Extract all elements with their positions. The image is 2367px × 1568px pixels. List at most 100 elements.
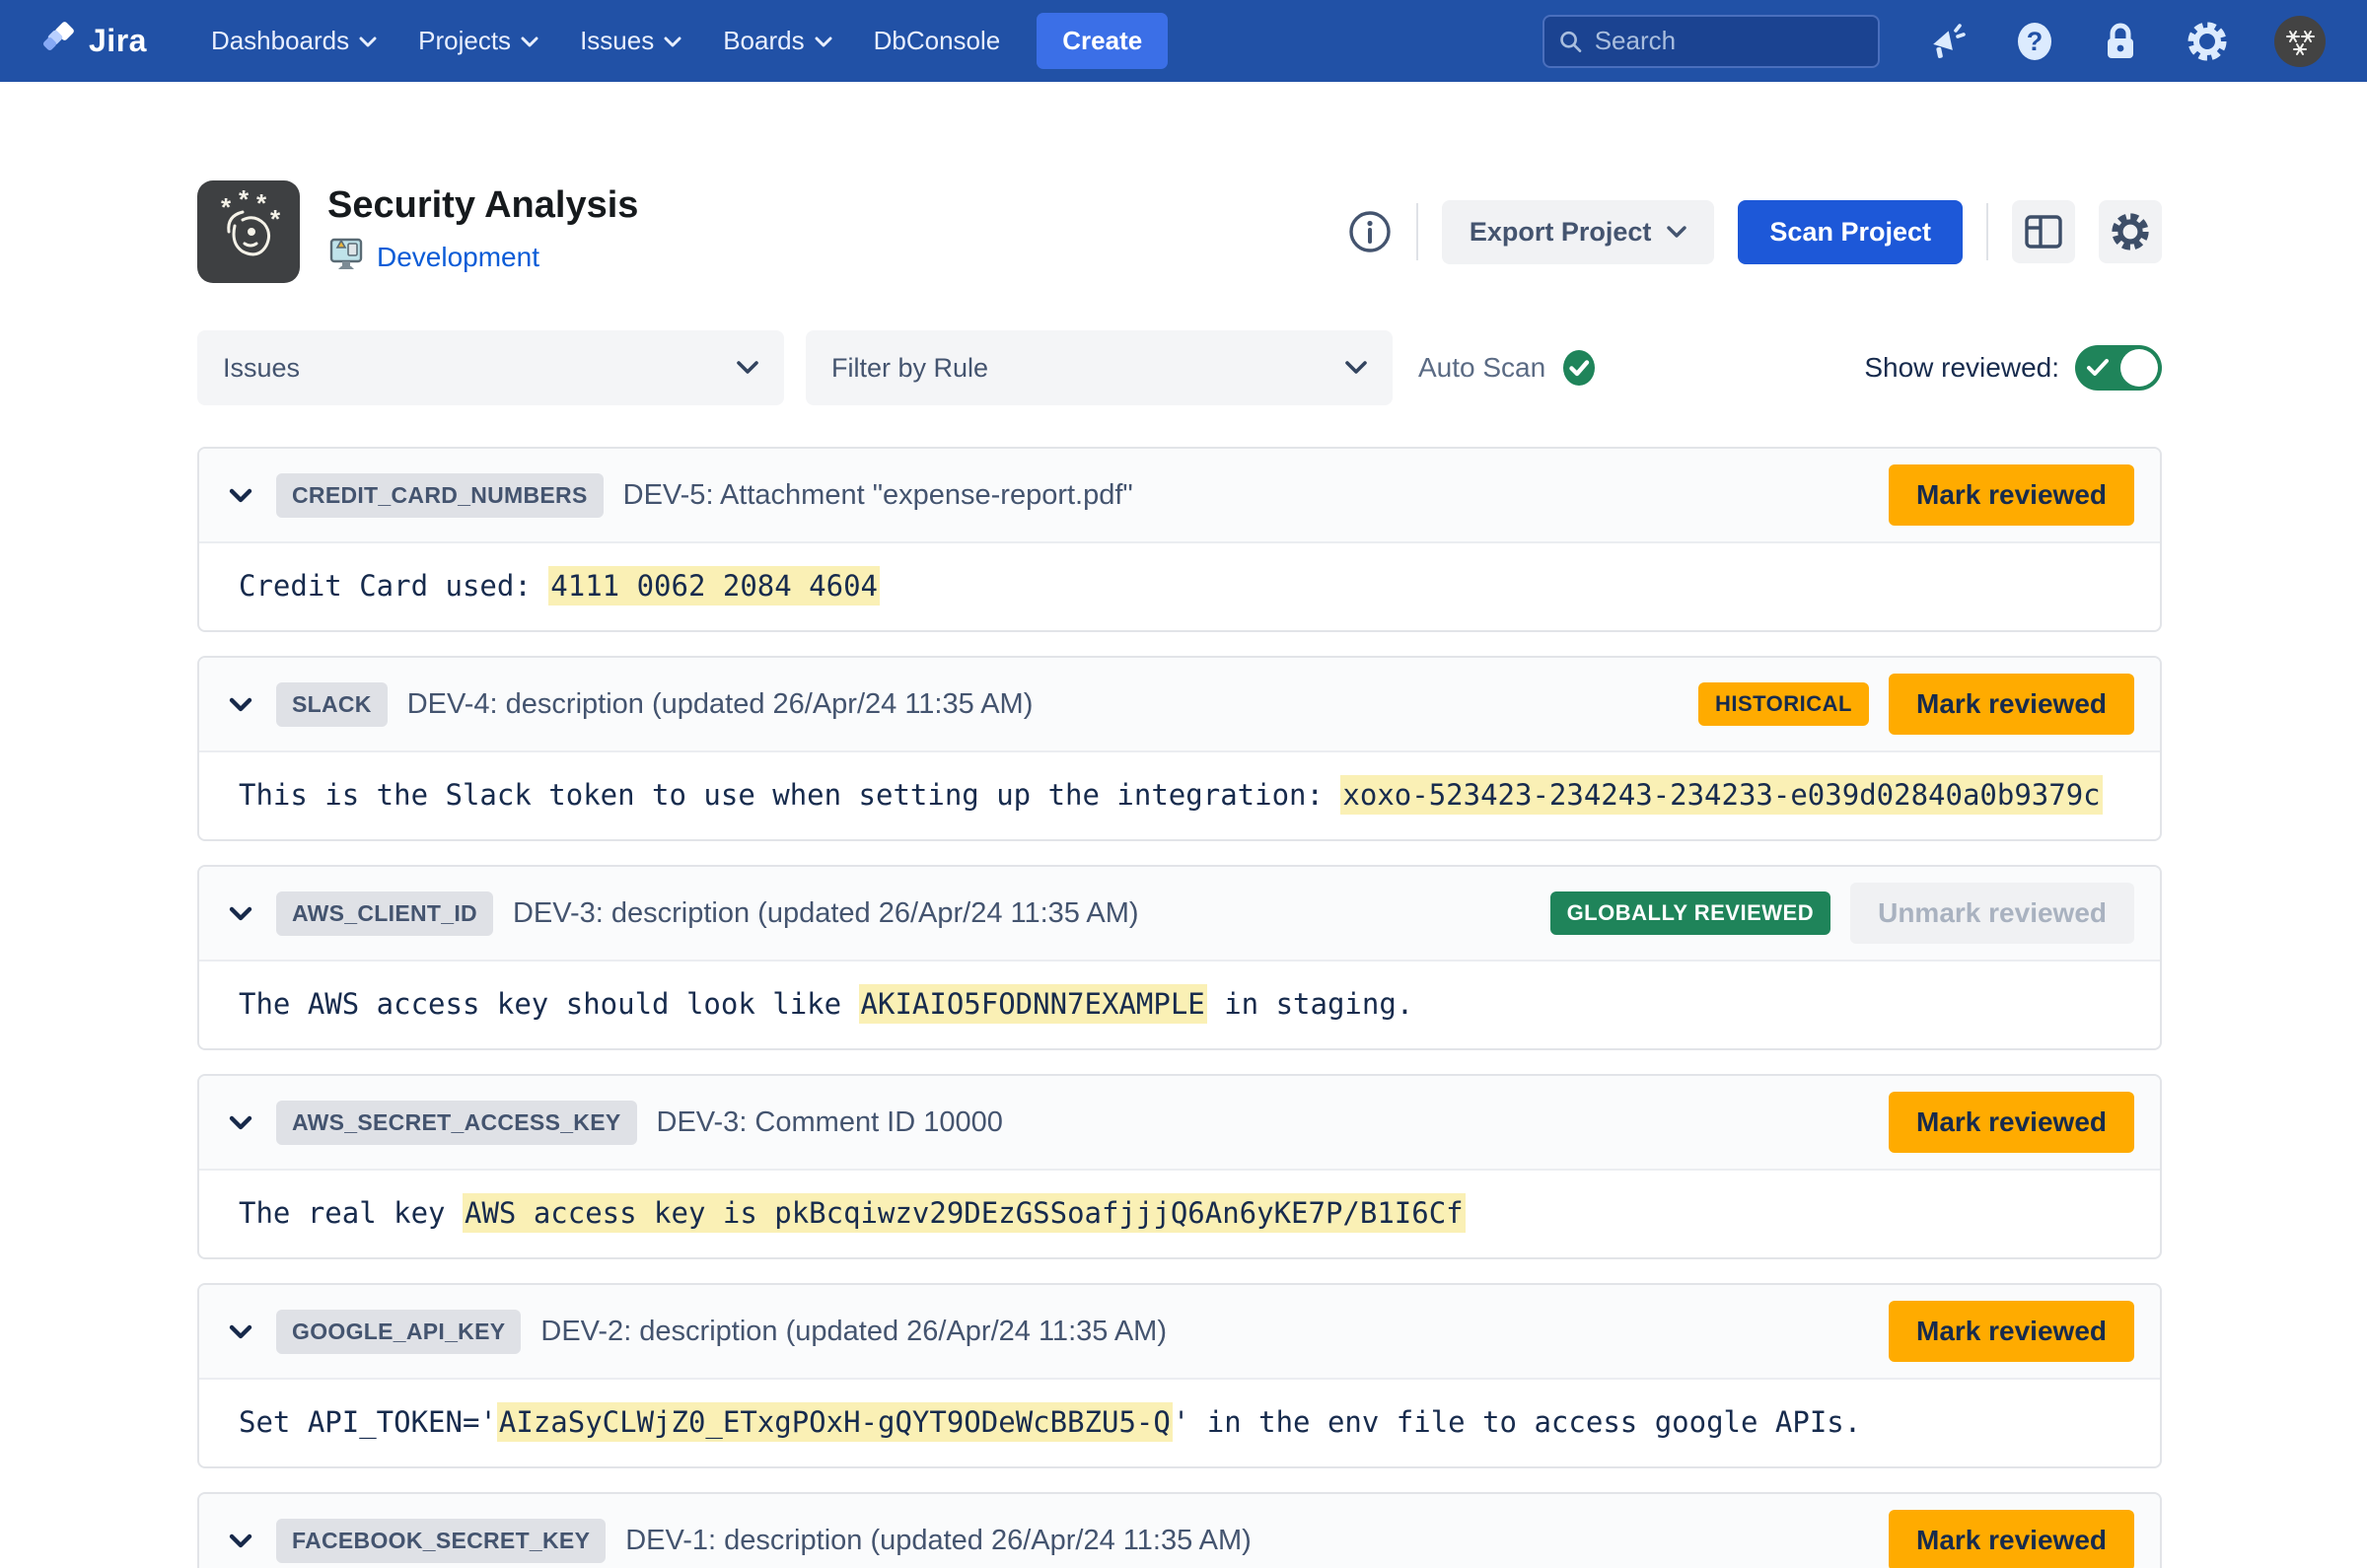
issues-filter-select[interactable]: Issues [197,330,784,405]
help-icon[interactable]: ? [2014,21,2055,62]
snippet-text: in staging. [1207,987,1414,1021]
create-button[interactable]: Create [1037,13,1168,69]
settings-button[interactable] [2099,200,2162,263]
auto-scan-check-icon[interactable] [1559,348,1599,388]
header-actions: Export Project Scan Project [1347,200,2162,264]
finding-snippet: Set API_TOKEN='AIzaSyCLWjZ0_ETxgPOxH-gQY… [199,1380,2160,1466]
svg-text:*: * [239,188,250,214]
project-avatar: **** [197,180,300,283]
finding-card: SLACK DEV-4: description (updated 26/Apr… [197,656,2162,841]
rule-filter-select[interactable]: Filter by Rule [806,330,1393,405]
user-avatar[interactable] [2274,16,2326,67]
rule-badge: AWS_CLIENT_ID [276,891,493,936]
finding-title: DEV-3: Comment ID 10000 [657,1106,1003,1139]
chevron-down-icon [664,36,681,48]
rule-badge: CREDIT_CARD_NUMBERS [276,473,604,518]
gear-icon [2110,211,2151,252]
auto-scan-label: Auto Scan [1418,352,1545,384]
expand-chevron-button[interactable] [225,1320,256,1343]
nav-item-dashboards[interactable]: Dashboards [190,0,397,82]
show-reviewed-toggle[interactable] [2075,345,2162,391]
svg-text:*: * [221,192,232,222]
lock-icon[interactable] [2101,21,2140,62]
review-action-button[interactable]: Mark reviewed [1889,674,2134,735]
finding-card: AWS_CLIENT_ID DEV-3: description (update… [197,865,2162,1050]
svg-text:*: * [256,188,267,218]
status-badge: HISTORICAL [1698,682,1869,726]
expand-chevron-button[interactable] [225,484,256,507]
info-icon[interactable] [1347,209,1393,254]
announcement-icon[interactable] [1927,21,1969,62]
toggle-knob [2120,349,2158,387]
expand-chevron-button[interactable] [225,1530,256,1552]
chevron-down-icon [359,36,377,48]
expand-chevron-button[interactable] [225,902,256,925]
finding-card-header: SLACK DEV-4: description (updated 26/Apr… [199,658,2160,752]
findings-list: CREDIT_CARD_NUMBERS DEV-5: Attachment "e… [197,447,2162,1568]
show-reviewed-control: Show reviewed: [1864,345,2162,391]
snippet-text: The real key [239,1196,463,1230]
page-content: **** Security Analysis Development [0,180,2367,1568]
filter-bar: Issues Filter by Rule Auto Scan Show rev… [197,330,2162,405]
jira-logo-text: Jira [89,23,147,59]
jira-logo-icon [41,21,77,61]
finding-header-actions: Mark reviewed [1889,1092,2134,1153]
expand-chevron-button[interactable] [225,693,256,716]
layout-panel-button[interactable] [2012,200,2075,263]
finding-header-actions: HISTORICAL Mark reviewed [1698,674,2134,735]
snippet-text: Credit Card used: [239,569,548,603]
expand-chevron-button[interactable] [225,1111,256,1134]
nav-item-boards[interactable]: Boards [702,0,852,82]
finding-card-header: FACEBOOK_SECRET_KEY DEV-1: description (… [199,1494,2160,1568]
review-action-button[interactable]: Mark reviewed [1889,464,2134,526]
search-icon [1558,28,1583,55]
finding-card: GOOGLE_API_KEY DEV-2: description (updat… [197,1283,2162,1468]
snippet-text: This is the Slack token to use when sett… [239,778,1340,812]
divider [1986,203,1988,260]
finding-snippet: Credit Card used: 4111 0062 2084 4604 [199,543,2160,630]
finding-title: DEV-1: description (updated 26/Apr/24 11… [625,1525,1252,1557]
nav-item-projects[interactable]: Projects [397,0,559,82]
settings-gear-icon[interactable] [2186,20,2229,63]
finding-header-actions: Mark reviewed [1889,1301,2134,1362]
sensitive-value-highlight: xoxo-523423-234243-234233-e039d02840a0b9… [1340,775,2102,815]
finding-card: FACEBOOK_SECRET_KEY DEV-1: description (… [197,1492,2162,1568]
project-header: **** Security Analysis Development [197,180,2162,283]
chevron-down-icon [521,36,538,48]
chevron-down-icon [815,36,832,48]
project-link[interactable]: Development [377,242,539,273]
finding-title: DEV-5: Attachment "expense-report.pdf" [623,479,1133,512]
sensitive-value-highlight: AKIAIO5FODNN7EXAMPLE [859,984,1207,1024]
finding-card: CREDIT_CARD_NUMBERS DEV-5: Attachment "e… [197,447,2162,632]
title-block: Security Analysis Development [327,185,638,279]
finding-card-header: CREDIT_CARD_NUMBERS DEV-5: Attachment "e… [199,449,2160,543]
snippet-text: Set API_TOKEN=' [239,1405,497,1439]
chevron-down-icon [229,1324,252,1339]
snippet-text: ' in the env file to access google APIs. [1173,1405,1861,1439]
review-action-button[interactable]: Mark reviewed [1889,1092,2134,1153]
finding-card-header: AWS_CLIENT_ID DEV-3: description (update… [199,867,2160,962]
sensitive-value-highlight: 4111 0062 2084 4604 [548,566,880,606]
layout-panel-icon [2024,214,2063,249]
export-project-button[interactable]: Export Project [1442,200,1715,264]
review-action-button[interactable]: Mark reviewed [1889,1510,2134,1568]
search-input[interactable] [1595,26,1864,56]
scan-project-button[interactable]: Scan Project [1738,200,1963,264]
svg-text:?: ? [2027,27,2044,56]
finding-card: AWS_SECRET_ACCESS_KEY DEV-3: Comment ID … [197,1074,2162,1259]
finding-snippet: The AWS access key should look like AKIA… [199,962,2160,1048]
search-box[interactable] [1542,15,1880,68]
nav-item-issues[interactable]: Issues [559,0,702,82]
top-nav-bar: Jira Dashboards Projects Issues Boards D… [0,0,2367,82]
jira-logo[interactable]: Jira [41,21,147,61]
sensitive-value-highlight: AIzaSyCLWjZ0_ETxgPOxH-gQYT9ODeWcBBZU5-Q [497,1402,1173,1442]
finding-header-actions: GLOBALLY REVIEWED Unmark reviewed [1550,883,2134,944]
finding-title: DEV-3: description (updated 26/Apr/24 11… [513,897,1139,930]
chevron-down-icon [229,488,252,503]
rule-badge: AWS_SECRET_ACCESS_KEY [276,1101,637,1145]
nav-item-dbconsole[interactable]: DbConsole [853,0,1022,82]
project-category-icon [327,236,365,278]
review-action-button[interactable]: Mark reviewed [1889,1301,2134,1362]
sensitive-value-highlight: AWS access key is pkBcqiwzv29DEzGSSoafjj… [463,1193,1466,1233]
review-action-button[interactable]: Unmark reviewed [1850,883,2134,944]
